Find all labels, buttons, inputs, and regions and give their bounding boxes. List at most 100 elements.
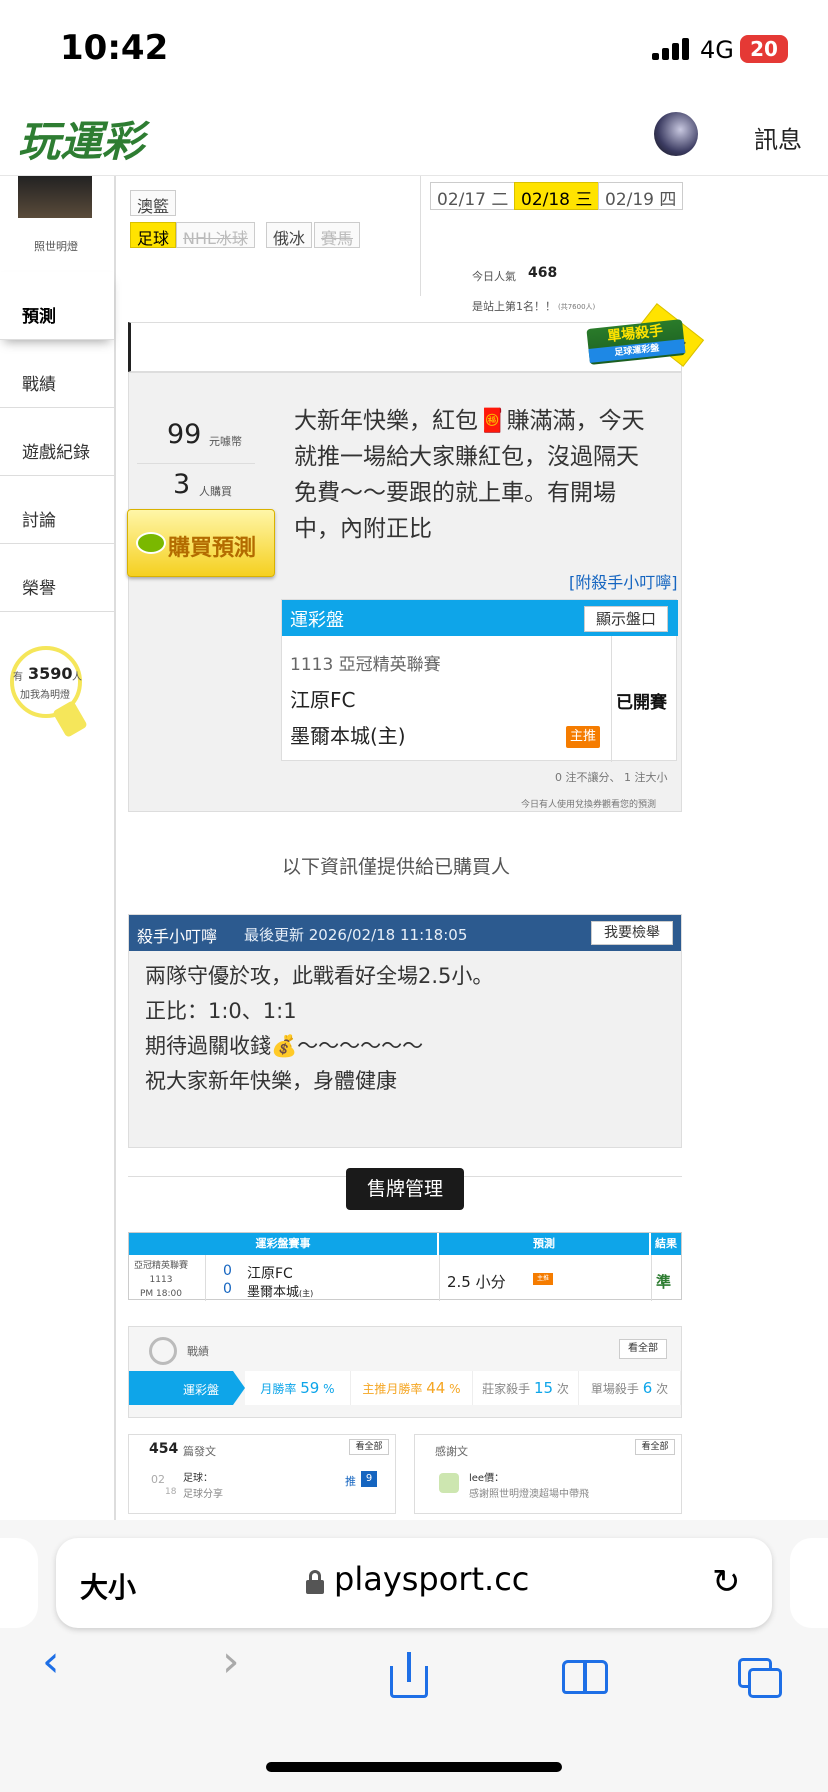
posts-count: 454 (149, 1441, 179, 1457)
url-text[interactable]: playsport.cc (334, 1560, 529, 1598)
market-header: 運彩盤 顯示盤口 (282, 600, 678, 636)
buyers-count: 3 (173, 469, 191, 500)
text-size-button[interactable]: 大小 (80, 1566, 136, 1606)
thanks-text[interactable]: 感謝照世明燈澳超場中帶飛 (469, 1485, 589, 1500)
address-bar[interactable]: 大小 playsport.cc ↻ (56, 1538, 772, 1628)
prediction-card: 99 元噱幣 3 人購買 購買預測 大新年快樂，紅包🧧賺滿滿，今天就推一場給大家… (127, 372, 682, 812)
thanks-view-all-button[interactable]: 看全部 (635, 1439, 675, 1455)
sidebar-item-game-log[interactable]: 遊戲紀錄 (0, 408, 114, 476)
buyers-unit: 人購買 (199, 485, 232, 498)
thanks-author: lee價： (469, 1473, 505, 1484)
league-name: 亞冠精英聯賽 (133, 1261, 188, 1271)
killer-tips-link[interactable]: [附殺手小叮嚀] (569, 569, 678, 593)
bookmarks-icon[interactable] (562, 1660, 610, 1694)
divider (439, 1255, 440, 1301)
result-team-home-name: 墨爾本城 (247, 1285, 300, 1300)
profile-image[interactable] (18, 176, 92, 218)
fans-prefix: 有 (13, 672, 23, 683)
date-tab-0219[interactable]: 02/19 四 (598, 182, 684, 210)
league-game-no: 1113 (149, 1275, 173, 1285)
show-odds-button[interactable]: 顯示盤口 (584, 606, 668, 632)
record-view-all-button[interactable]: 看全部 (619, 1339, 667, 1359)
date-tab-0218[interactable]: 02/18 三 (514, 182, 600, 210)
stat-label: 莊家殺手 (482, 1382, 531, 1396)
battery-icon: 20 (740, 35, 788, 63)
back-icon[interactable]: ‹ (42, 1636, 60, 1687)
stat-value: 59 (300, 1379, 320, 1397)
price-unit: 元噱幣 (209, 435, 242, 448)
report-button[interactable]: 我要檢舉 (591, 921, 673, 945)
follow-button[interactable]: 加我為明燈 (20, 686, 70, 701)
stat-unit: 次 (556, 1382, 569, 1396)
next-tab-peek[interactable] (790, 1538, 828, 1628)
messages-link[interactable]: 訊息 (754, 120, 802, 155)
prev-tab-peek[interactable] (0, 1538, 38, 1628)
sidebar-item-predict[interactable]: 預測 (0, 272, 114, 340)
sidebar-item-discuss[interactable]: 討論 (0, 476, 114, 544)
thanks-card: 感謝文 看全部 lee價： 感謝照世明燈澳超場中帶飛 (414, 1434, 682, 1514)
fans-count: 3590 (28, 664, 73, 683)
table-header: 預測 (439, 1233, 649, 1255)
stat-label: 月勝率 (260, 1382, 297, 1396)
recommend-badge: 主推 (566, 726, 600, 748)
main-content: 照世明燈 預測 戰績 遊戲紀錄 討論 榮譽 有 3590 人 加我為明燈 澳籃 … (0, 176, 828, 1520)
stat-monthly-win: 月勝率 59 % (245, 1371, 351, 1405)
left-sidebar: 照世明燈 預測 戰績 遊戲紀錄 討論 榮譽 有 3590 人 加我為明燈 (0, 176, 116, 1520)
divider (137, 463, 255, 464)
game-number: 1113 亞冠精英聯賽 (290, 655, 441, 675)
coin-icon (136, 532, 166, 554)
game-status: 已開賽 (616, 693, 667, 713)
buy-prediction-button[interactable]: 購買預測 (127, 509, 275, 577)
sport-chip-russian-hockey[interactable]: 俄冰 (266, 222, 313, 248)
record-tab-market[interactable]: 運彩盤 (129, 1371, 233, 1405)
stat-single-killer: 單場殺手 6 次 (579, 1371, 681, 1405)
post-title[interactable]: 足球： (183, 1469, 213, 1484)
killer-tips-body: 兩隊守優於攻，此戰看好全場2.5小。 正比：1:0、1:1 期待過關收錢💰～～～… (145, 959, 665, 1099)
sport-chip-aus-basketball[interactable]: 澳籃 (130, 190, 177, 216)
popularity-label: 今日人氣 (472, 270, 516, 283)
sale-management-button[interactable]: 售牌管理 (346, 1168, 464, 1210)
result-table: 運彩盤賽事 預測 結果 亞冠精英聯賽 1113 PM 18:00 0 0 江原F… (128, 1232, 682, 1301)
tabs-icon[interactable] (738, 1658, 782, 1698)
stat-bookmaker-killer: 莊家殺手 15 次 (473, 1371, 579, 1405)
post-sub: 足球分享 (183, 1489, 223, 1500)
last-updated: 最後更新 2026/02/18 11:18:05 (244, 926, 468, 944)
league-time: PM 18:00 (140, 1289, 182, 1299)
push-label: 推 (345, 1475, 356, 1488)
record-box: 戰績 看全部 運彩盤 月勝率 59 % 主推月勝率 44 % 莊家殺手 15 次… (128, 1326, 682, 1418)
user-avatar-small (439, 1473, 459, 1493)
target-icon (149, 1337, 177, 1365)
market-title: 運彩盤 (290, 610, 344, 631)
sidebar-item-record[interactable]: 戰績 (0, 340, 114, 408)
sport-chip-horse: 賽馬 (314, 222, 361, 248)
result-pred-tag: 主推 (533, 1273, 553, 1285)
stat-unit: % (449, 1382, 461, 1396)
reload-icon[interactable]: ↻ (712, 1562, 741, 1602)
killer-line: 兩隊守優於攻，此戰看好全場2.5小。 (145, 964, 494, 988)
prediction-text: 大新年快樂，紅包🧧賺滿滿，今天就推一場給大家賺紅包，沒過隔天免費～～要跟的就上車… (294, 408, 645, 542)
sport-chip-nhl: NHL冰球 (176, 222, 255, 248)
date-tab-0217[interactable]: 02/17 二 (430, 182, 516, 210)
posts-view-all-button[interactable]: 看全部 (349, 1439, 389, 1455)
user-avatar[interactable] (654, 112, 698, 156)
result-outcome: 準 (656, 1273, 672, 1291)
forward-icon[interactable]: › (222, 1636, 240, 1687)
table-header: 運彩盤賽事 (129, 1233, 437, 1255)
posts-label: 篇發文 (183, 1445, 216, 1458)
stat-label: 主推月勝率 (362, 1382, 423, 1396)
post-date-month: 02 (151, 1473, 165, 1486)
home-indicator (266, 1762, 562, 1772)
killer-tips-title: 殺手小叮嚀 (137, 927, 218, 946)
share-icon[interactable] (390, 1652, 428, 1698)
stat-value: 15 (533, 1379, 554, 1397)
divider (205, 1255, 206, 1301)
buy-button-label: 購買預測 (168, 536, 257, 561)
sidebar-item-honor[interactable]: 榮譽 (0, 544, 114, 612)
stat-main-monthly-win: 主推月勝率 44 % (351, 1371, 473, 1405)
site-logo[interactable]: 玩運彩 (18, 108, 144, 169)
bet-notes: 0 注不讓分、 1 注大小 (555, 771, 668, 784)
signal-icon (652, 38, 692, 60)
profile-name: 照世明燈 (34, 240, 78, 253)
killer-line: 期待過關收錢💰～～～～～～ (145, 1034, 424, 1058)
sport-chip-football[interactable]: 足球 (130, 222, 177, 248)
